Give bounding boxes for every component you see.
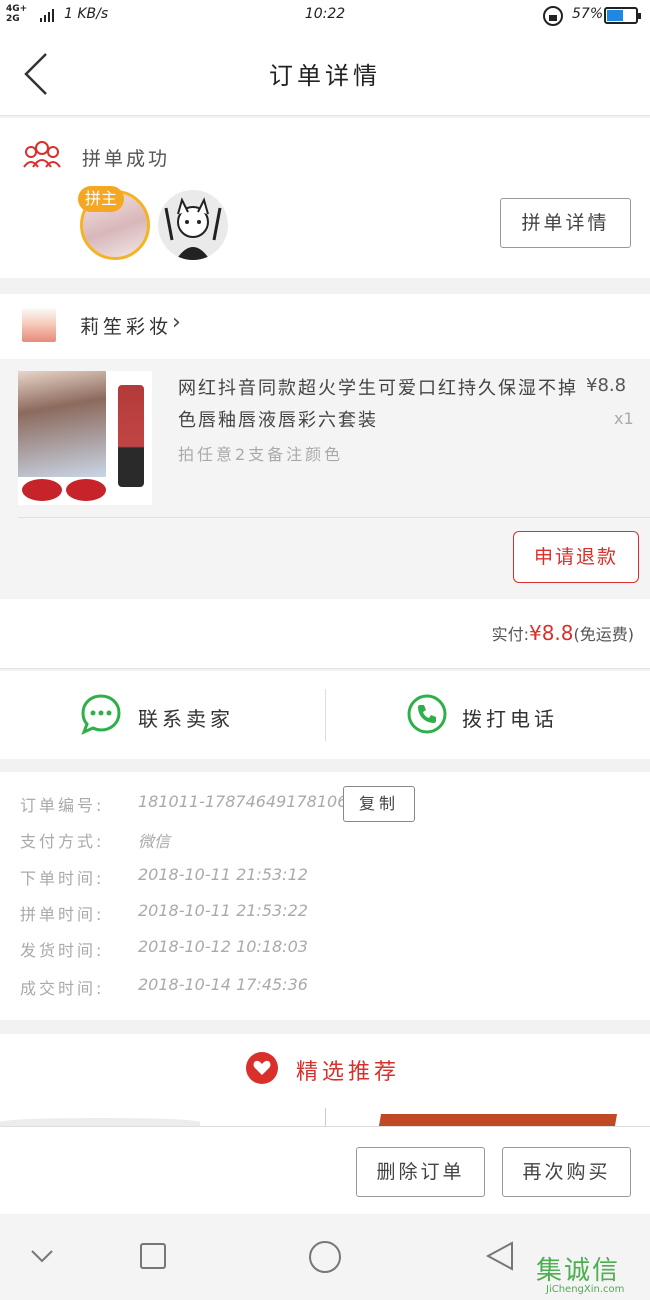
group-time: 2018-10-11 21:53:22 xyxy=(138,901,308,920)
watermark: 集诚信 JiChengXin.com xyxy=(532,1250,650,1300)
product-price: ¥8.8 xyxy=(586,375,627,396)
status-bar: 4G+ 2G 1 KB/s 10:22 57% xyxy=(0,0,650,32)
refund-button[interactable]: 申请退款 xyxy=(513,531,639,583)
contact-seller-button[interactable]: 联系卖家 xyxy=(0,671,325,759)
paid-label: 实付: xyxy=(491,625,529,644)
recents-square-icon[interactable] xyxy=(139,1242,167,1270)
shipping-note: (免运费) xyxy=(573,625,635,644)
info-key: 拼单时间: xyxy=(20,905,105,924)
recommend-section: 精选推荐 xyxy=(0,1034,650,1126)
call-phone-label: 拨打电话 xyxy=(462,707,558,731)
heart-icon xyxy=(246,1052,278,1084)
group-status-text: 拼单成功 xyxy=(82,148,171,170)
recommend-item-peek[interactable] xyxy=(378,1114,618,1126)
copy-button[interactable]: 复制 xyxy=(343,786,415,822)
info-key: 下单时间: xyxy=(20,869,105,888)
action-bar: 删除订单 再次购买 xyxy=(0,1126,650,1214)
watermark-logo: 集诚信 xyxy=(536,1256,621,1286)
page-title: 订单详情 xyxy=(269,62,381,90)
app-header: 订单详情 xyxy=(0,32,650,116)
payment-summary: 实付:¥8.8(免运费) xyxy=(0,599,650,669)
divider xyxy=(325,1108,326,1126)
paid-amount: ¥8.8 xyxy=(528,621,574,645)
group-detail-button[interactable]: 拼单详情 xyxy=(500,198,631,248)
home-circle-icon[interactable] xyxy=(307,1239,343,1275)
payment-method: 微信 xyxy=(138,832,171,851)
watermark-url: JiChengXin.com xyxy=(546,1284,625,1295)
order-number: 181011-178746491781068 xyxy=(138,792,358,811)
info-key: 支付方式: xyxy=(20,832,105,851)
recommend-title: 精选推荐 xyxy=(296,1060,401,1085)
group-people-icon xyxy=(23,141,61,168)
ship-time: 2018-10-12 10:18:03 xyxy=(138,937,308,956)
back-triangle-icon[interactable] xyxy=(484,1240,516,1272)
avatar xyxy=(158,190,228,260)
info-key: 成交时间: xyxy=(20,979,105,998)
phone-icon xyxy=(407,694,447,734)
contact-seller-label: 联系卖家 xyxy=(138,707,234,731)
product-title: 网红抖音同款超火学生可爱口红持久保湿不掉色唇釉唇液唇彩六套装 xyxy=(178,378,578,431)
chat-bubble-icon xyxy=(81,694,121,735)
shop-section: 莉笙彩妆 › 网红抖音同款超火学生可爱口红持久保湿不掉色唇釉唇液唇彩六套装 ¥8… xyxy=(0,294,650,599)
shop-name-link[interactable]: 莉笙彩妆 xyxy=(80,312,172,339)
group-buy-section: 拼单成功 拼主 拼单详情 xyxy=(0,118,650,278)
delete-order-button[interactable]: 删除订单 xyxy=(356,1147,485,1197)
cartoon-avatar-icon xyxy=(164,197,222,260)
chevron-right-icon: › xyxy=(172,310,181,335)
product-spec: 拍任意2支备注颜色 xyxy=(178,445,344,464)
product-quantity: x1 xyxy=(614,409,634,428)
recommend-item-peek[interactable] xyxy=(0,1118,200,1126)
info-key: 发货时间: xyxy=(20,941,105,960)
info-key: 订单编号: xyxy=(20,796,105,815)
contact-bar: 联系卖家 拨打电话 xyxy=(0,671,650,759)
product-image xyxy=(18,371,152,505)
battery-icon xyxy=(604,7,641,24)
divider xyxy=(18,517,650,518)
buy-again-button[interactable]: 再次购买 xyxy=(502,1147,631,1197)
complete-time: 2018-10-14 17:45:36 xyxy=(138,975,308,994)
call-phone-button[interactable]: 拨打电话 xyxy=(326,671,650,759)
rotation-lock-icon xyxy=(543,6,563,26)
host-badge: 拼主 xyxy=(78,186,124,212)
order-info: 订单编号: 181011-178746491781068 复制 支付方式: 微信… xyxy=(0,772,650,1020)
product-item[interactable]: 网红抖音同款超火学生可爱口红持久保湿不掉色唇釉唇液唇彩六套装 ¥8.8 x1 拍… xyxy=(0,359,650,599)
chevron-down-icon[interactable] xyxy=(30,1248,54,1264)
shop-logo xyxy=(22,308,56,342)
battery-percent: 57% xyxy=(572,6,604,22)
order-time: 2018-10-11 21:53:12 xyxy=(138,865,308,884)
